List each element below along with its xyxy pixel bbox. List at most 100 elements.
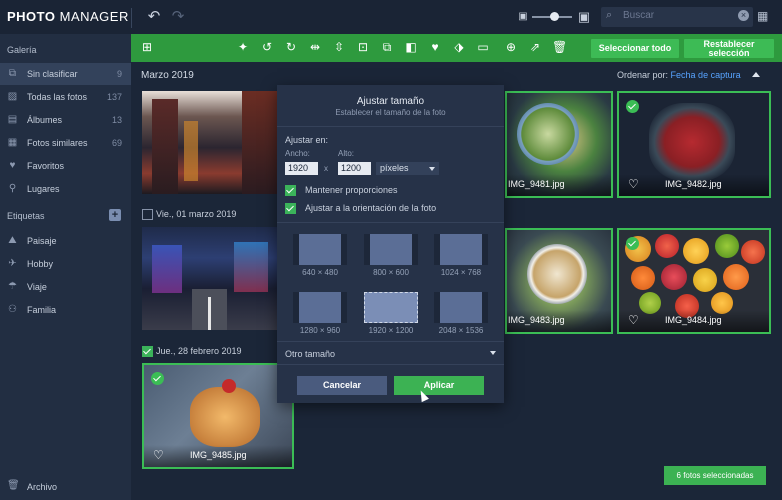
photo-thumbnail-9481[interactable]: IMG_9481.jpg [505, 91, 613, 198]
photo-filename: IMG_9483.jpg [508, 315, 565, 325]
cancel-button[interactable]: Cancelar [297, 376, 387, 395]
preset-640x480[interactable]: 640 × 480 [293, 234, 347, 277]
times-sign: x [324, 164, 328, 173]
width-label: Ancho: [285, 149, 310, 158]
preset-1920x1200[interactable]: 1920 × 1200 [364, 292, 418, 335]
favorite-icon[interactable]: ♥ [428, 40, 442, 54]
resize-dialog: Ajustar tamaño Establecer el tamaño de l… [277, 85, 504, 403]
heart-icon[interactable]: ♡ [628, 314, 639, 326]
undo-icon[interactable]: ↶ [145, 8, 163, 26]
divider [131, 8, 132, 28]
width-input[interactable]: 1920 [285, 162, 318, 175]
divider [277, 126, 504, 127]
preset-2048x1536[interactable]: 2048 × 1536 [434, 292, 488, 335]
photo-filename: IMG_9482.jpg [665, 179, 722, 189]
other-size-toggle[interactable]: Otro tamaño [285, 349, 335, 359]
sort-direction-icon[interactable] [752, 72, 760, 77]
sidebar-item-favorites[interactable]: ♥ Favoritos [0, 155, 131, 177]
search-input[interactable]: ⌕ Buscar × [601, 7, 753, 27]
redo-icon[interactable]: ↷ [169, 8, 187, 26]
sidebar-item-all-photos[interactable]: ▨ Todas las fotos 137 [0, 86, 131, 108]
apply-button[interactable]: Aplicar [394, 376, 484, 395]
dialog-title: Ajustar tamaño [356, 96, 425, 107]
tags-header: Etiquetas [7, 211, 45, 221]
sidebar-item-unsorted[interactable]: ⧉ Sin clasificar 9 [0, 63, 131, 85]
reset-selection-button[interactable]: Restablecer selección [684, 39, 774, 58]
photo-thumbnail-9482[interactable]: ♡ IMG_9482.jpg [617, 91, 771, 198]
add-tag-button[interactable]: + [109, 209, 121, 221]
adjust-icon[interactable]: ◧ [404, 40, 418, 54]
sidebar-item-places[interactable]: ⚲ Lugares [0, 178, 131, 200]
search-placeholder: Buscar [623, 10, 655, 21]
date-checkbox[interactable] [142, 346, 153, 357]
selected-check-icon[interactable] [626, 237, 639, 250]
sidebar-tag-family[interactable]: ⚇ Familia [0, 299, 131, 321]
orientation-checkbox[interactable] [285, 203, 296, 214]
heart-icon[interactable]: ♡ [153, 449, 164, 461]
small-image-icon[interactable]: ▣ [514, 8, 532, 26]
pin-icon: ⚲ [8, 183, 17, 194]
month-heading: Marzo 2019 [141, 70, 194, 81]
family-icon: ⚇ [8, 304, 17, 315]
tag-icon[interactable]: ⬗ [452, 40, 466, 54]
crop-icon[interactable]: ⊡ [356, 40, 370, 54]
unit-select[interactable]: píxeles [376, 162, 439, 175]
dialog-subtitle: Establecer el tamaño de la foto [335, 108, 446, 117]
sidebar: Galería ⧉ Sin clasificar 9 ▨ Todas las f… [0, 34, 131, 500]
rotate-right-icon[interactable]: ↻ [284, 40, 298, 54]
sidebar-item-similar[interactable]: ▦ Fotos similares 69 [0, 132, 131, 154]
calendar-icon[interactable]: ▦ [757, 9, 770, 23]
heart-icon[interactable]: ♡ [628, 178, 639, 190]
fit-label: Ajustar en: [285, 135, 329, 145]
flip-horizontal-icon[interactable]: ⇹ [308, 40, 322, 54]
photo-thumbnail[interactable] [142, 91, 277, 194]
photo-filename: IMG_9481.jpg [508, 179, 565, 189]
magic-wand-icon[interactable]: ✦ [236, 40, 250, 54]
divider [277, 222, 504, 223]
sidebar-tag-hobby[interactable]: ✈ Hobby [0, 253, 131, 275]
sidebar-item-archive[interactable]: 🗑 Archivo [0, 476, 131, 498]
photo-thumbnail-9484[interactable]: ♡ IMG_9484.jpg [617, 228, 771, 334]
sort-control[interactable]: Ordenar por: Fecha de captura [617, 70, 741, 80]
archive-icon: 🗑 [7, 480, 20, 491]
albums-icon: ▤ [7, 114, 18, 125]
search-icon: ⌕ [606, 9, 613, 21]
landscape-icon: ⛰ [8, 235, 17, 246]
app-logo: PHOTO MANAGER [7, 9, 129, 24]
selected-check-icon[interactable] [626, 100, 639, 113]
travel-icon: ☂ [8, 281, 17, 292]
heart-icon: ♥ [9, 160, 16, 171]
photos-icon: ▨ [7, 91, 18, 102]
preset-800x600[interactable]: 800 × 600 [364, 234, 418, 277]
selected-check-icon[interactable] [151, 372, 164, 385]
photo-thumbnail-9483[interactable]: IMG_9483.jpg [505, 228, 613, 334]
share-icon[interactable]: ⇗ [528, 40, 542, 54]
date-checkbox[interactable] [142, 209, 153, 220]
photo-thumbnail[interactable] [142, 227, 277, 330]
height-label: Alto: [338, 149, 355, 158]
preset-1280x960[interactable]: 1280 × 960 [293, 292, 347, 335]
selected-count-badge[interactable]: 6 fotos seleccionadas [664, 466, 766, 485]
flip-vertical-icon[interactable]: ⇳ [332, 40, 346, 54]
resize-icon[interactable]: ⧉ [380, 40, 394, 54]
sidebar-tag-travel[interactable]: ☂ Viaje [0, 276, 131, 298]
sidebar-tag-landscape[interactable]: ⛰ Paisaje [0, 230, 131, 252]
clear-search-icon[interactable]: × [738, 10, 749, 21]
select-all-button[interactable]: Seleccionar todo [591, 39, 679, 58]
add-to-album-icon[interactable]: ⊕ [504, 40, 518, 54]
sidebar-item-albums[interactable]: ▤ Álbumes 13 [0, 109, 131, 131]
top-bar: PHOTO MANAGER ↶ ↷ ▣ ▣ ⌕ Buscar × ▦ [0, 0, 782, 34]
zoom-slider-knob[interactable] [550, 12, 559, 21]
large-image-icon[interactable]: ▣ [575, 8, 593, 26]
keep-ratio-checkbox[interactable] [285, 185, 296, 196]
photo-filename: IMG_9484.jpg [665, 315, 722, 325]
similar-icon: ▦ [7, 137, 18, 148]
chevron-down-icon[interactable] [490, 351, 496, 355]
add-photo-icon[interactable]: ⊞ [140, 40, 154, 54]
preset-1024x768[interactable]: 1024 × 768 [434, 234, 488, 277]
slideshow-icon[interactable]: ▭ [476, 40, 490, 54]
height-input[interactable]: 1200 [338, 162, 371, 175]
rotate-left-icon[interactable]: ↺ [260, 40, 274, 54]
photo-thumbnail-9485[interactable]: ♡ IMG_9485.jpg [142, 363, 294, 469]
delete-icon[interactable]: 🗑 [552, 40, 567, 54]
